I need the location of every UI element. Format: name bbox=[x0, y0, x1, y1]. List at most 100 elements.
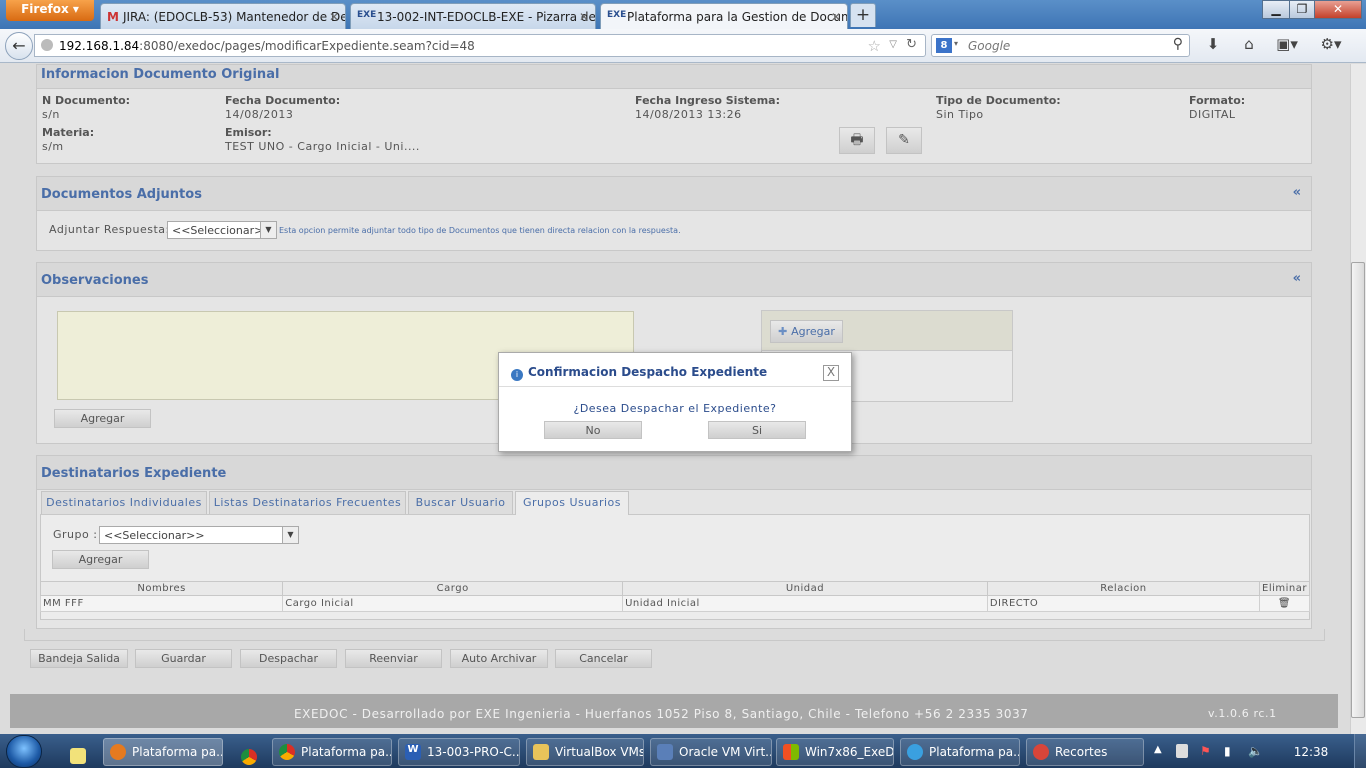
tab-pizarra[interactable]: EXE 13-002-INT-EDOCLB-EXE - Pizarra de .… bbox=[350, 3, 596, 29]
fecha-ingreso-label: Fecha Ingreso Sistema: bbox=[635, 94, 780, 107]
close-tab-icon[interactable]: ✕ bbox=[831, 10, 841, 24]
fecha-ingreso-value: 14/08/2013 13:26 bbox=[635, 108, 742, 121]
chevron-down-icon: ▼ bbox=[282, 527, 298, 543]
tab-grupos-usuarios[interactable]: Grupos Usuarios bbox=[515, 491, 629, 515]
google-icon: 8 bbox=[936, 38, 952, 53]
attach-response-select[interactable]: <<Seleccionar>> ▼ bbox=[167, 221, 277, 239]
bandeja-salida-button[interactable]: Bandeja Salida bbox=[30, 649, 128, 668]
materia-label: Materia: bbox=[42, 126, 95, 139]
minimize-button[interactable]: ▁ bbox=[1262, 0, 1290, 19]
firefox-icon bbox=[110, 744, 126, 760]
reload-icon[interactable]: ↻ bbox=[906, 37, 917, 52]
download-icon[interactable]: ⬇ bbox=[1202, 35, 1224, 55]
taskbar-item-ie[interactable]: Plataforma pa... bbox=[900, 738, 1020, 766]
fecha-documento-value: 14/08/2013 bbox=[225, 108, 294, 121]
volume-icon[interactable]: 🔈 bbox=[1248, 744, 1263, 758]
guardar-button[interactable]: Guardar bbox=[135, 649, 232, 668]
footer-version: v.1.0.6 rc.1 bbox=[1208, 707, 1277, 720]
materia-value: s/m bbox=[42, 140, 64, 153]
close-window-button[interactable]: ✕ bbox=[1314, 0, 1362, 19]
tray-device-icon[interactable] bbox=[1176, 744, 1188, 758]
show-desktop-button[interactable] bbox=[1354, 734, 1366, 768]
recipients-table: Nombres Cargo Unidad Relacion Eliminar M… bbox=[39, 581, 1310, 612]
bookmarks-icon[interactable]: ▣▾ bbox=[1276, 35, 1298, 55]
search-icon[interactable]: ⚲ bbox=[1173, 36, 1183, 52]
collapse-observations-icon[interactable]: « bbox=[1293, 271, 1301, 286]
taskbar-label: Oracle VM Virt... bbox=[679, 745, 772, 759]
back-button[interactable]: ← bbox=[5, 32, 33, 60]
action-center-icon[interactable]: ⚑ bbox=[1200, 744, 1211, 758]
dialog-no-button[interactable]: No bbox=[544, 421, 642, 439]
tab-buscar-usuario[interactable]: Buscar Usuario bbox=[408, 491, 513, 514]
tab-destinatarios-individuales[interactable]: Destinatarios Individuales bbox=[41, 491, 207, 514]
taskbar-pinned-chrome[interactable] bbox=[235, 738, 261, 766]
dialog-si-button[interactable]: Si bbox=[708, 421, 806, 439]
tab-label: 13-002-INT-EDOCLB-EXE - Pizarra de ... bbox=[377, 10, 596, 24]
dialog-close-button[interactable]: X bbox=[823, 365, 839, 381]
history-dropdown-icon[interactable]: ▽ bbox=[889, 39, 897, 50]
cell-unidad: Unidad Inicial bbox=[622, 595, 988, 612]
reenviar-button[interactable]: Reenviar bbox=[345, 649, 442, 668]
search-placeholder: Google bbox=[968, 39, 1011, 53]
tab-listas-frecuentes[interactable]: Listas Destinatarios Frecuentes bbox=[209, 491, 406, 514]
fecha-documento-label: Fecha Documento: bbox=[225, 94, 341, 107]
taskbar-item-chrome[interactable]: Plataforma pa... bbox=[272, 738, 392, 766]
auto-archivar-button[interactable]: Auto Archivar bbox=[450, 649, 548, 668]
taskbar-pinned-notes[interactable] bbox=[66, 738, 90, 766]
add-observation-list-button[interactable]: ✚ Agregar bbox=[770, 320, 843, 343]
maximize-button[interactable]: ❐ bbox=[1289, 0, 1315, 19]
network-icon[interactable]: ▮ bbox=[1224, 744, 1231, 758]
search-input[interactable]: 8 ▾ Google ⚲ bbox=[931, 34, 1190, 57]
n-documento-label: N Documento: bbox=[42, 94, 131, 107]
form-border bbox=[24, 629, 1325, 641]
edit-document-button[interactable]: ✎ bbox=[886, 127, 922, 154]
attachments-panel: Documentos Adjuntos « bbox=[36, 176, 1312, 251]
cancelar-button[interactable]: Cancelar bbox=[555, 649, 652, 668]
taskbar-item-firefox[interactable]: Plataforma pa... bbox=[103, 738, 223, 766]
new-tab-button[interactable]: + bbox=[850, 3, 876, 27]
chrome-icon bbox=[279, 744, 295, 760]
emisor-label: Emisor: bbox=[225, 126, 272, 139]
grupo-select[interactable]: <<Seleccionar>> ▼ bbox=[99, 526, 299, 544]
print-document-button[interactable]: 🖶 bbox=[839, 127, 875, 154]
tab-plataforma[interactable]: EXE Plataforma para la Gestion de Docum.… bbox=[600, 3, 848, 29]
gmail-icon: M bbox=[107, 10, 119, 24]
back-arrow-icon: ← bbox=[12, 36, 26, 55]
taskbar-item-vm[interactable]: Win7x86_ExeD... bbox=[776, 738, 894, 766]
word-icon: W bbox=[405, 744, 421, 760]
taskbar-item-folder[interactable]: VirtualBox VMs bbox=[526, 738, 644, 766]
taskbar-label: Plataforma pa... bbox=[132, 745, 223, 759]
tab-jira[interactable]: M JIRA: (EDOCLB-53) Mantenedor de De... … bbox=[100, 3, 346, 29]
scrollbar-thumb[interactable] bbox=[1351, 262, 1365, 718]
firefox-menu-button[interactable]: Firefox ▾ bbox=[6, 0, 94, 21]
scissors-icon bbox=[1033, 744, 1049, 760]
collapse-attachments-icon[interactable]: « bbox=[1293, 185, 1301, 200]
exe-icon: EXE bbox=[607, 10, 627, 20]
home-icon[interactable]: ⌂ bbox=[1238, 35, 1260, 55]
search-engine-dropdown-icon[interactable]: ▾ bbox=[954, 39, 958, 48]
folder-icon bbox=[533, 744, 549, 760]
attach-hint: Esta opcion permite adjuntar todo tipo d… bbox=[279, 226, 681, 235]
taskbar-item-word[interactable]: W 13-003-PRO-C... bbox=[398, 738, 520, 766]
column-cargo: Cargo bbox=[282, 581, 624, 596]
original-document-title: Informacion Documento Original bbox=[37, 65, 1311, 89]
despachar-button[interactable]: Despachar bbox=[240, 649, 337, 668]
taskbar-item-recortes[interactable]: Recortes bbox=[1026, 738, 1144, 766]
show-hidden-icons-icon[interactable]: ▲ bbox=[1154, 744, 1162, 755]
tab-label: JIRA: (EDOCLB-53) Mantenedor de De... bbox=[122, 10, 346, 24]
virtualbox-icon bbox=[657, 744, 673, 760]
url-bar[interactable]: 192.168.1.84:8080/exedoc/pages/modificar… bbox=[34, 34, 926, 57]
close-tab-icon[interactable]: ✕ bbox=[579, 10, 589, 24]
add-observation-button[interactable]: Agregar bbox=[54, 409, 151, 428]
formato-value: DIGITAL bbox=[1189, 108, 1236, 121]
trash-icon[interactable]: 🗑 bbox=[1278, 598, 1291, 609]
addon-icon[interactable]: ⚙▾ bbox=[1320, 35, 1342, 55]
chrome-icon bbox=[241, 749, 257, 765]
add-recipient-button[interactable]: Agregar bbox=[52, 550, 149, 569]
close-tab-icon[interactable]: ✕ bbox=[329, 10, 339, 24]
taskbar-item-virtualbox[interactable]: Oracle VM Virt... bbox=[650, 738, 772, 766]
taskbar-clock[interactable]: 12:38 bbox=[1284, 740, 1338, 764]
bookmark-star-icon[interactable]: ☆ bbox=[868, 37, 881, 55]
plus-icon: ✚ bbox=[778, 325, 792, 338]
start-button[interactable] bbox=[6, 735, 42, 768]
